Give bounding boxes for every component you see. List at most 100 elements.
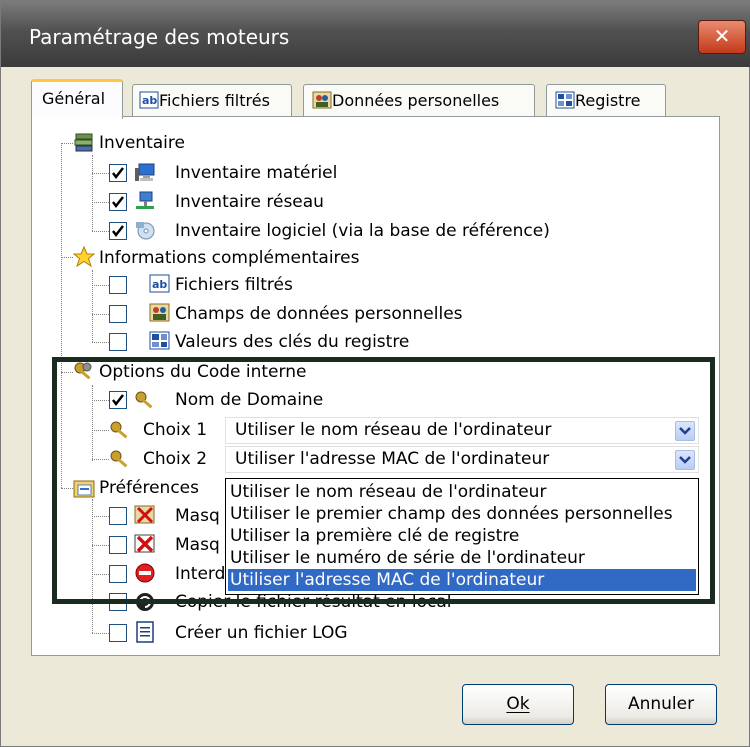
tree-pref-1[interactable]: Masq <box>175 502 220 530</box>
tab-fichiers-filtres-label: Fichiers filtrés <box>159 91 270 110</box>
tree-informations[interactable]: Informations complémentaires <box>99 244 359 272</box>
keys-icon <box>74 362 92 380</box>
tree-line <box>92 545 109 546</box>
key-icon <box>135 391 153 409</box>
tab-registre-label: Registre <box>575 91 641 110</box>
tree-line <box>92 314 109 315</box>
forbidden-icon <box>135 563 155 583</box>
dropdown-option[interactable]: Utiliser le numéro de série de l'ordinat… <box>228 547 696 569</box>
dropdown-option[interactable]: Utiliser le nom réseau de l'ordinateur <box>228 481 696 503</box>
key-icon <box>110 421 128 439</box>
close-button[interactable]: ✕ <box>698 20 746 54</box>
tab-fichiers-filtres[interactable]: ab Fichiers filtrés <box>132 84 292 116</box>
ab-text-icon: ab <box>149 274 170 293</box>
checkbox-valeurs-cles[interactable] <box>109 333 127 351</box>
tree-line <box>92 602 109 603</box>
tree-line <box>61 257 73 258</box>
choix1-value: Utiliser le nom réseau de l'ordinateur <box>235 420 552 440</box>
tree-inventaire-logiciel[interactable]: Inventaire logiciel (via la base de réfé… <box>175 217 550 245</box>
choix2-value: Utiliser l'adresse MAC de l'ordinateur <box>235 449 550 469</box>
ok-button[interactable]: Ok <box>462 684 574 725</box>
checkbox-inventaire-reseau[interactable] <box>109 193 127 211</box>
choix2-label: Choix 2 <box>143 449 208 469</box>
key-icon <box>110 450 128 468</box>
tree-line <box>92 202 109 203</box>
star-icon <box>73 246 95 268</box>
tree-line <box>92 285 109 286</box>
choix2-select[interactable]: Utiliser l'adresse MAC de l'ordinateur <box>225 446 699 473</box>
tab-general[interactable]: Général <box>31 79 123 119</box>
tree-pref-3[interactable]: Interd <box>175 560 225 588</box>
tree-preferences[interactable]: Préférences <box>99 474 199 502</box>
tree-line <box>92 459 109 460</box>
dropdown-option[interactable]: Utiliser la première clé de registre <box>228 525 696 547</box>
users-icon <box>312 91 332 109</box>
tab-donnees-label: Données personelles <box>332 91 500 110</box>
tree-line <box>61 372 73 373</box>
inventory-stack-icon <box>74 133 93 152</box>
checkbox-creer-log[interactable] <box>109 624 127 642</box>
svg-text:ab: ab <box>152 278 167 291</box>
tree-line <box>92 516 109 517</box>
tree-champs-donnees[interactable]: Champs de données personnelles <box>175 300 463 328</box>
tree-nom-domaine[interactable]: Nom de Domaine <box>175 386 323 414</box>
tree-line <box>61 143 62 488</box>
dropdown-option-selected[interactable]: Utiliser l'adresse MAC de l'ordinateur <box>228 569 696 591</box>
checkbox-champs-donnees[interactable] <box>109 305 127 323</box>
checkbox-nom-domaine[interactable] <box>109 391 127 409</box>
log-file-icon <box>136 621 154 643</box>
svg-text:ab: ab <box>142 94 157 107</box>
checkbox-inventaire-logiciel[interactable] <box>109 222 127 240</box>
check-icon <box>112 167 124 180</box>
choix1-label: Choix 1 <box>143 420 208 440</box>
cancel-button[interactable]: Annuler <box>605 684 717 725</box>
tree-inventaire-reseau[interactable]: Inventaire réseau <box>175 188 324 216</box>
network-icon <box>136 191 154 209</box>
preferences-folder-icon <box>73 480 95 498</box>
tree-line <box>92 173 109 174</box>
tree-valeurs-cles[interactable]: Valeurs des clés du registre <box>175 328 409 356</box>
tree-line <box>92 342 109 343</box>
tree-line <box>92 499 93 633</box>
tab-general-label: Général <box>42 89 106 108</box>
tree-fichiers-filtres[interactable]: Fichiers filtrés <box>175 271 293 299</box>
registry-icon <box>555 91 575 109</box>
computer-icon <box>135 163 155 181</box>
tab-donnees-personnelles[interactable]: Données personelles <box>303 84 535 116</box>
check-icon <box>112 394 124 407</box>
dropdown-option[interactable]: Utiliser le premier champ des données pe… <box>228 503 696 525</box>
tree-line <box>92 633 109 634</box>
chevron-down-icon[interactable] <box>675 421 695 441</box>
check-icon <box>112 225 124 238</box>
ok-button-label: Ok <box>506 694 530 714</box>
tree-line <box>92 574 109 575</box>
checkbox-pref-3[interactable] <box>109 565 127 583</box>
choix2-dropdown-list[interactable]: Utiliser le nom réseau de l'ordinateur U… <box>225 478 699 595</box>
check-icon <box>112 196 124 209</box>
tree-line <box>92 385 93 461</box>
checkbox-pref-2[interactable] <box>109 536 127 554</box>
cancel-button-label: Annuler <box>627 694 695 714</box>
checkbox-copier-local[interactable] <box>109 593 127 611</box>
ab-text-icon: ab <box>139 91 159 109</box>
users-icon <box>149 303 170 322</box>
chevron-down-icon[interactable] <box>675 450 695 470</box>
tree-inventaire[interactable]: Inventaire <box>99 129 185 157</box>
checkbox-inventaire-materiel[interactable] <box>109 164 127 182</box>
checkbox-pref-1[interactable] <box>109 507 127 525</box>
tree-creer-log[interactable]: Créer un fichier LOG <box>175 619 348 647</box>
software-cd-icon <box>136 222 155 240</box>
tab-registre[interactable]: Registre <box>546 84 666 116</box>
tree-line <box>61 143 73 144</box>
choix1-select[interactable]: Utiliser le nom réseau de l'ordinateur <box>225 417 699 444</box>
hide-users-icon <box>134 505 155 524</box>
tree-line <box>92 400 109 401</box>
checkbox-fichiers-filtres[interactable] <box>109 276 127 294</box>
tree-pref-2[interactable]: Masq <box>175 531 220 559</box>
registry-icon <box>149 331 170 350</box>
tree-options-code[interactable]: Options du Code interne <box>99 358 306 386</box>
settings-dialog: Paramétrage des moteurs ✕ Général ab Fich… <box>0 0 750 747</box>
copy-local-icon <box>136 593 154 611</box>
title-bar[interactable]: Paramétrage des moteurs ✕ <box>1 1 750 67</box>
tree-inventaire-materiel[interactable]: Inventaire matériel <box>175 159 337 187</box>
